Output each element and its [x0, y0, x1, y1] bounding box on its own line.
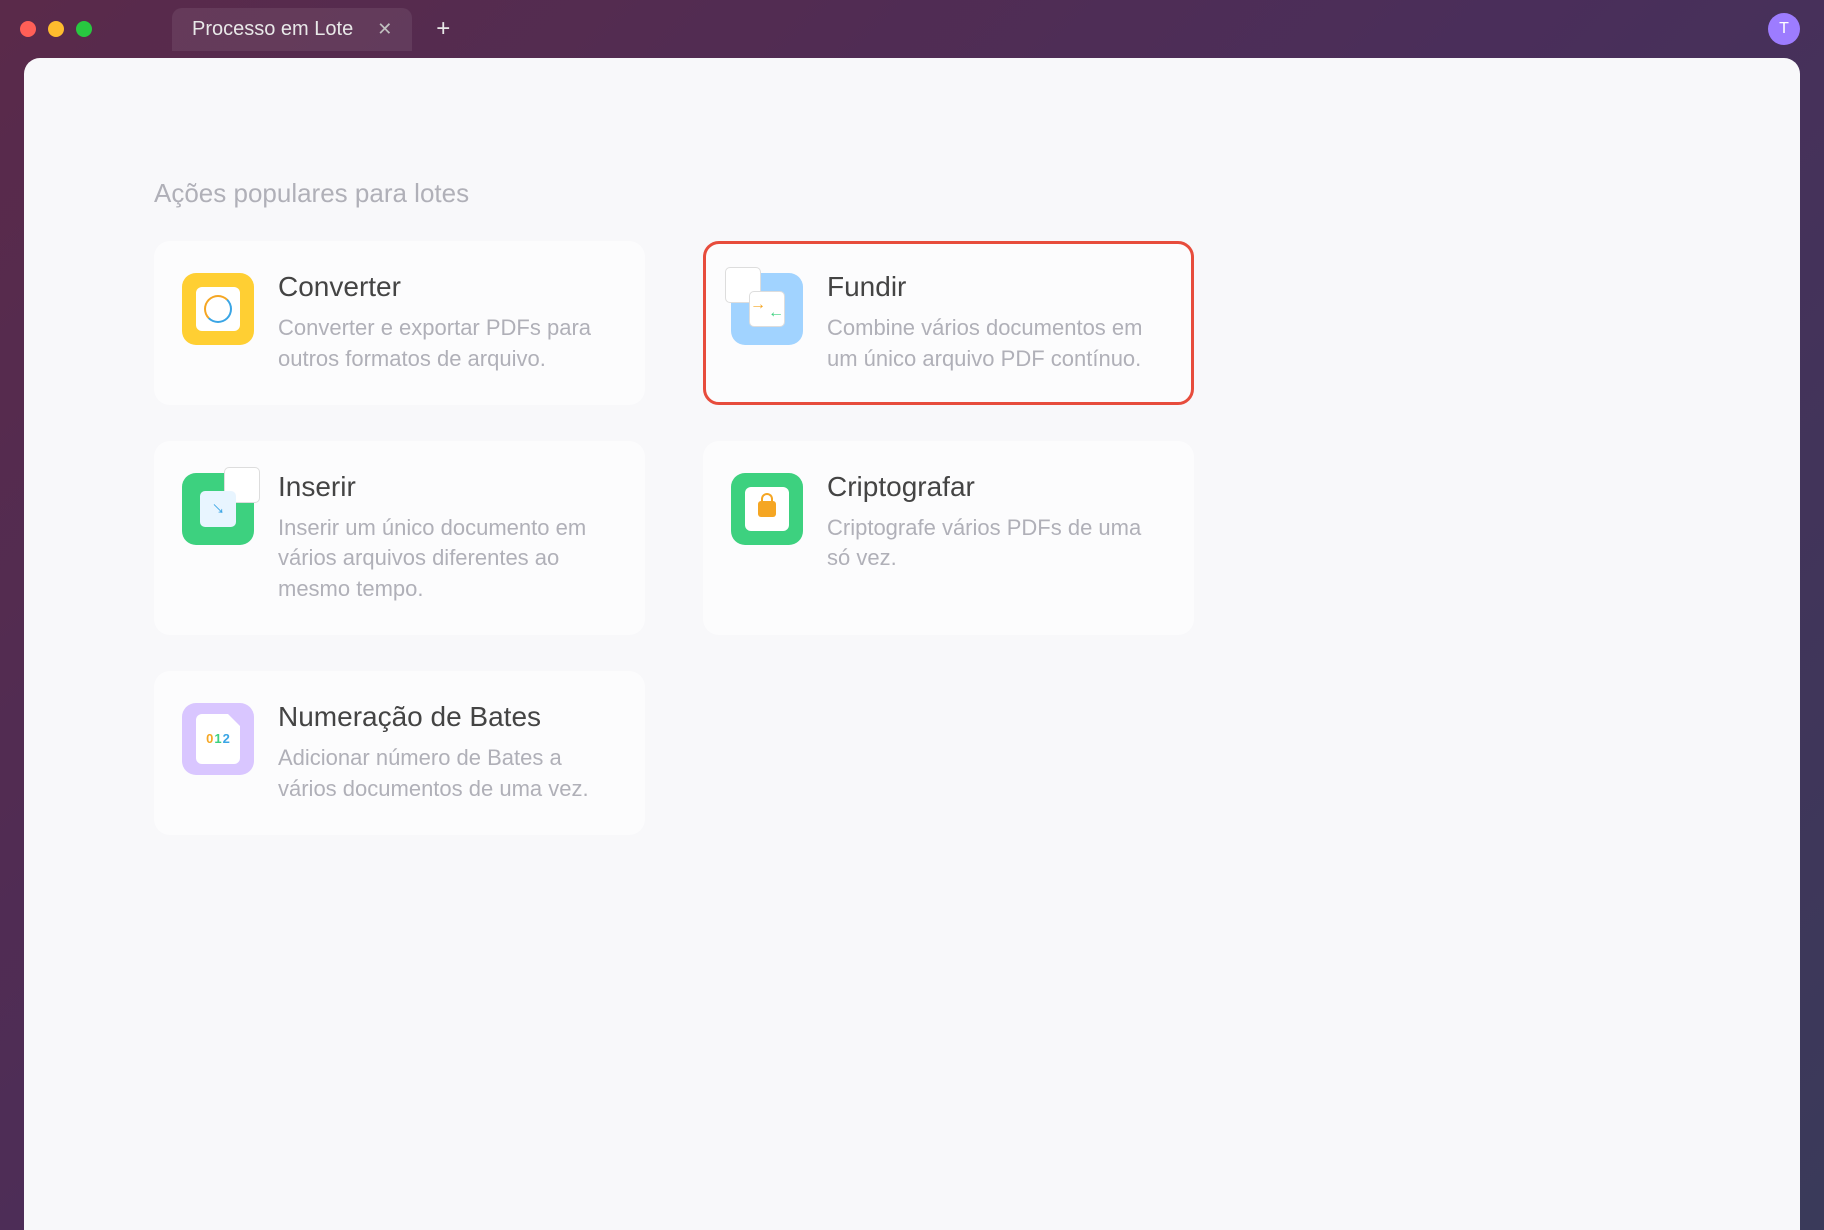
card-insert[interactable]: ↓ Inserir Inserir um único documento em …: [154, 441, 645, 635]
card-title: Inserir: [278, 471, 605, 503]
maximize-window-button[interactable]: [76, 21, 92, 37]
card-content: Criptografar Criptografe vários PDFs de …: [827, 471, 1154, 575]
merge-icon: → ←: [731, 273, 803, 345]
card-title: Fundir: [827, 271, 1154, 303]
tab-batch-process[interactable]: Processo em Lote ✕: [172, 8, 412, 51]
bates-numbering-icon: 012: [182, 703, 254, 775]
window-controls: [20, 21, 92, 37]
user-avatar[interactable]: T: [1768, 13, 1800, 45]
user-initial: T: [1779, 20, 1789, 38]
minimize-window-button[interactable]: [48, 21, 64, 37]
app-window: Processo em Lote ✕ + T Ações populares p…: [0, 0, 1824, 1230]
close-window-button[interactable]: [20, 21, 36, 37]
card-encrypt[interactable]: Criptografar Criptografe vários PDFs de …: [703, 441, 1194, 635]
card-description: Converter e exportar PDFs para outros fo…: [278, 313, 605, 375]
encrypt-icon: [731, 473, 803, 545]
cards-grid: Converter Converter e exportar PDFs para…: [154, 241, 1194, 835]
card-description: Adicionar número de Bates a vários docum…: [278, 743, 605, 805]
titlebar: Processo em Lote ✕ + T: [0, 0, 1824, 58]
card-bates[interactable]: 012 Numeração de Bates Adicionar número …: [154, 671, 645, 835]
card-description: Combine vários documentos em um único ar…: [827, 313, 1154, 375]
card-title: Converter: [278, 271, 605, 303]
tabs-container: Processo em Lote ✕ +: [172, 7, 466, 51]
card-description: Criptografe vários PDFs de uma só vez.: [827, 513, 1154, 575]
card-convert[interactable]: Converter Converter e exportar PDFs para…: [154, 241, 645, 405]
new-tab-button[interactable]: +: [420, 7, 466, 51]
close-tab-icon[interactable]: ✕: [377, 19, 392, 40]
card-content: Converter Converter e exportar PDFs para…: [278, 271, 605, 375]
card-description: Inserir um único documento em vários arq…: [278, 513, 605, 605]
card-title: Criptografar: [827, 471, 1154, 503]
section-title: Ações populares para lotes: [154, 178, 1670, 209]
card-content: Fundir Combine vários documentos em um ú…: [827, 271, 1154, 375]
card-title: Numeração de Bates: [278, 701, 605, 733]
convert-icon: [182, 273, 254, 345]
card-content: Inserir Inserir um único documento em vá…: [278, 471, 605, 605]
content-area: Ações populares para lotes Converter Con…: [24, 58, 1800, 1230]
insert-icon: ↓: [182, 473, 254, 545]
card-content: Numeração de Bates Adicionar número de B…: [278, 701, 605, 805]
card-merge[interactable]: → ← Fundir Combine vários documentos em …: [703, 241, 1194, 405]
tab-title: Processo em Lote: [192, 18, 353, 41]
